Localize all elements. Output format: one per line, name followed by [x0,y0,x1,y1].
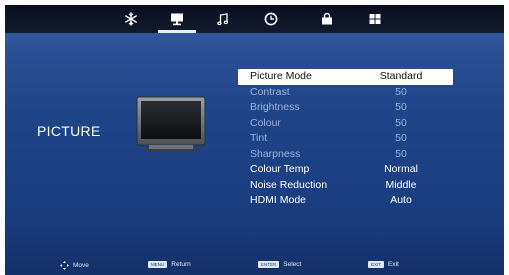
menu-row[interactable]: HDMI Mode Auto [238,193,453,209]
menu-row[interactable]: Noise Reduction Middle [238,178,453,194]
menu-row-label: HDMI Mode [250,194,307,206]
exit-key[interactable]: EXIT [368,261,385,268]
menu-row[interactable]: Brightness 50 [238,100,453,116]
menu-row-value: 50 [395,116,407,129]
menu-row-value: 50 [395,101,407,113]
hint-move: Move [60,261,89,270]
menu-row-value: Normal [384,163,418,175]
menu-row-label: Tint [250,132,268,144]
enter-key[interactable]: ENTER [258,261,280,268]
hint-move-label: Move [73,262,89,269]
menu-row-label: Picture Mode [250,70,312,82]
menu-row-label: Noise Reduction [250,178,328,191]
menu-row-value: Middle [385,178,417,191]
menu-key[interactable]: MENU [148,261,168,268]
menu-row[interactable]: Colour 50 [238,116,453,132]
menu-row-value: 50 [395,85,407,98]
menu-row[interactable]: Contrast 50 [238,85,453,101]
hint-menu: MENU Return [148,261,191,268]
menu-row-label: Brightness [250,101,300,113]
menu-row-value: 50 [395,147,407,160]
move-arrows-icon [60,261,69,270]
picture-menu: Picture Mode Standard Contrast 50 Brightness… [238,69,453,209]
menu-row-value: 50 [395,132,407,144]
menu-row[interactable]: Colour Temp Normal [238,162,453,178]
menu-row-value: Auto [390,194,412,206]
lock-icon[interactable] [316,8,338,30]
menu-row-label: Sharpness [250,147,301,160]
clock-icon[interactable] [260,8,282,30]
menu-row-value: Standard [379,70,423,82]
bottom-hint-bar: Move MENU Return ENTER Select EXIT Exit [5,258,504,275]
hint-enter-label: Select [283,261,302,268]
tv-set-icon [136,96,206,152]
menu-row[interactable]: Picture Mode Standard [238,69,453,85]
hint-exit-label: Exit [388,261,399,268]
menu-row-label: Contrast [250,85,290,98]
top-tab-bar [5,5,504,33]
menu-row[interactable]: Sharpness 50 [238,147,453,163]
tv-osd-screen: PICTURE Picture Mode Standard Contrast 50 Br… [5,5,504,275]
grid-icon[interactable] [364,8,386,30]
monitor-icon[interactable] [158,8,196,33]
hint-menu-label: Return [171,261,191,268]
menu-row-label: Colour Temp [250,163,310,175]
category-title: PICTURE [37,123,101,139]
menu-row-label: Colour [250,116,281,129]
snowflake-settings-icon[interactable] [120,8,142,30]
menu-row[interactable]: Tint 50 [238,131,453,147]
music-note-icon[interactable] [212,8,234,30]
hint-enter: ENTER Select [258,261,301,268]
hint-exit: EXIT Exit [368,261,399,268]
